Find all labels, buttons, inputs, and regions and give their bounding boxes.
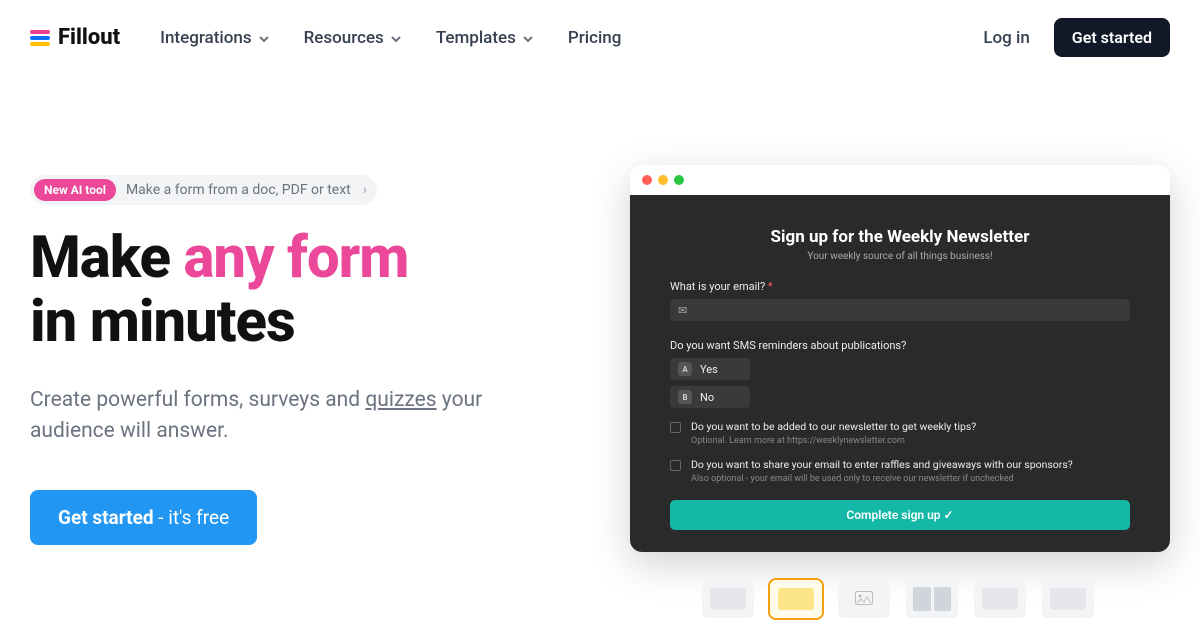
traffic-light-zoom-icon	[674, 175, 684, 185]
get-started-header-button[interactable]: Get started	[1054, 18, 1170, 57]
nav-integrations[interactable]: Integrations	[160, 28, 267, 48]
brand-name: Fillout	[58, 25, 120, 50]
logo-mark-icon	[30, 30, 50, 46]
headline-pre: Make	[30, 224, 183, 292]
preview-form: Sign up for the Weekly Newsletter Your w…	[630, 195, 1170, 552]
radio-no-label: No	[700, 391, 714, 404]
headline-post: in minutes	[30, 288, 295, 356]
thumb-5[interactable]	[974, 580, 1026, 618]
thumb-6[interactable]	[1042, 580, 1094, 618]
preview-window: Sign up for the Weekly Newsletter Your w…	[630, 165, 1170, 552]
announcement-pill[interactable]: New AI tool Make a form from a doc, PDF …	[30, 175, 377, 205]
checkbox-newsletter-label: Do you want to be added to our newslette…	[691, 420, 976, 434]
nav-templates-label: Templates	[436, 28, 516, 48]
nav-pricing[interactable]: Pricing	[568, 28, 622, 48]
thumb-3[interactable]	[838, 580, 890, 618]
thumb-1[interactable]	[702, 580, 754, 618]
pill-badge: New AI tool	[34, 179, 116, 201]
window-titlebar	[630, 165, 1170, 195]
radio-no[interactable]: B No	[670, 386, 750, 408]
form-title: Sign up for the Weekly Newsletter	[670, 227, 1130, 247]
checkbox-sponsors-label: Do you want to share your email to enter…	[691, 458, 1073, 472]
checkbox-newsletter-sub: Optional. Learn more at https://weeklyne…	[691, 436, 976, 446]
chevron-right-icon: ›	[363, 182, 367, 198]
checkbox-newsletter[interactable]: Do you want to be added to our newslette…	[670, 420, 1130, 446]
email-label-text: What is your email?	[670, 280, 765, 293]
cta-rest: - it's free	[154, 506, 230, 529]
checkbox-icon	[670, 422, 681, 433]
hero-headline: Make any form in minutes	[30, 227, 590, 355]
hero-subhead: Create powerful forms, surveys and quizz…	[30, 385, 510, 448]
chevron-down-icon	[522, 33, 532, 43]
form-submit-button[interactable]: Complete sign up ✓	[670, 500, 1130, 530]
nav-templates[interactable]: Templates	[436, 28, 532, 48]
thumb-4[interactable]	[906, 580, 958, 618]
main-nav: Integrations Resources Templates Pricing	[160, 28, 621, 48]
nav-resources[interactable]: Resources	[304, 28, 400, 48]
hero-preview: Sign up for the Weekly Newsletter Your w…	[630, 175, 1170, 545]
headline-accent: any form	[183, 224, 408, 292]
header-actions: Log in Get started	[983, 18, 1170, 57]
traffic-light-close-icon	[642, 175, 652, 185]
hero-section: New AI tool Make a form from a doc, PDF …	[0, 75, 1200, 545]
login-link[interactable]: Log in	[983, 28, 1029, 48]
email-label: What is your email? *	[670, 280, 1130, 293]
get-started-hero-button[interactable]: Get started - it's free	[30, 490, 257, 545]
image-icon	[855, 590, 873, 609]
email-field[interactable]: ✉	[670, 299, 1130, 321]
traffic-light-minimize-icon	[658, 175, 668, 185]
sms-label: Do you want SMS reminders about publicat…	[670, 339, 1130, 352]
form-subtitle: Your weekly source of all things busines…	[670, 251, 1130, 262]
checkbox-icon	[670, 460, 681, 471]
quizzes-link[interactable]: quizzes	[365, 388, 436, 412]
envelope-icon: ✉	[678, 304, 687, 317]
chevron-down-icon	[390, 33, 400, 43]
chevron-down-icon	[258, 33, 268, 43]
pill-text: Make a form from a doc, PDF or text	[126, 182, 351, 198]
checkbox-sponsors[interactable]: Do you want to share your email to enter…	[670, 458, 1130, 484]
cta-bold: Get started	[58, 506, 154, 529]
checkbox-sponsors-sub: Also optional - your email will be used …	[691, 474, 1073, 484]
template-thumbnails	[702, 580, 1094, 618]
radio-key-a: A	[678, 362, 692, 376]
required-asterisk: *	[768, 280, 773, 293]
radio-yes-label: Yes	[700, 363, 718, 376]
nav-pricing-label: Pricing	[568, 28, 622, 48]
thumb-2[interactable]	[770, 580, 822, 618]
logo[interactable]: Fillout	[30, 25, 120, 50]
hero-content: New AI tool Make a form from a doc, PDF …	[30, 175, 590, 545]
site-header: Fillout Integrations Resources Templates…	[0, 0, 1200, 75]
nav-resources-label: Resources	[304, 28, 384, 48]
radio-yes[interactable]: A Yes	[670, 358, 750, 380]
nav-integrations-label: Integrations	[160, 28, 251, 48]
subhead-text-a: Create powerful forms, surveys and	[30, 388, 365, 412]
radio-key-b: B	[678, 390, 692, 404]
